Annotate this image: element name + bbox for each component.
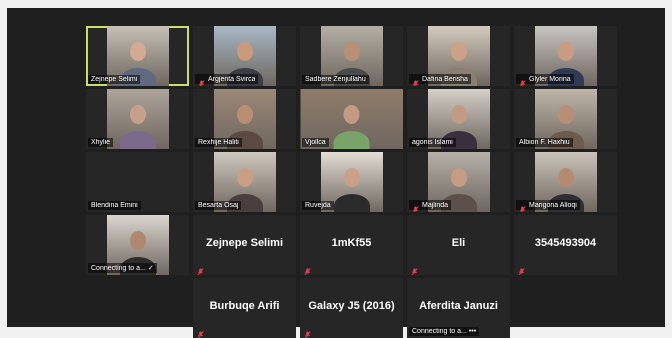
participant-name: Xhylie (91, 139, 111, 146)
participant-head (129, 230, 146, 250)
muted-mic-icon (518, 263, 525, 275)
meeting-window: Zejnepe Selimi Argjenta Svirca Sadbere Zen… (7, 8, 665, 338)
participant-head (236, 167, 253, 187)
participant-body (333, 194, 370, 212)
muted-mic-icon (412, 201, 419, 212)
participant-head (236, 104, 253, 124)
participant-name-label: Majlinda (409, 200, 452, 212)
participant-name-label: Sadbere Zenjullahu (302, 75, 369, 84)
participant-tile[interactable]: Connecting to a... ✓ (86, 215, 189, 275)
participant-name: agonis Islami (412, 139, 453, 146)
participant-name-label: Albion F. Haxhiu (516, 138, 573, 147)
participant-name: Ruvejda (305, 202, 331, 209)
participant-tile[interactable]: agonis Islami (407, 89, 510, 149)
muted-mic-icon (519, 201, 526, 212)
participant-name: Blendina Emini (91, 202, 138, 209)
participant-tile[interactable]: Sadbere Zenjullahu (300, 26, 403, 86)
participant-tile[interactable]: Ruvejda (300, 152, 403, 212)
participant-name: Besarta Osaj (198, 202, 239, 209)
participant-tile[interactable]: Argjenta Svirca (193, 26, 296, 86)
participant-name: Majlinda (422, 201, 449, 209)
participant-tile[interactable]: Rexhije Haliti (193, 89, 296, 149)
participant-tile[interactable]: Zejnepe Selimi (86, 26, 189, 86)
participant-name-label: Xhylie (88, 138, 114, 147)
participant-head (129, 41, 146, 61)
muted-mic-icon (304, 263, 311, 275)
muted-mic-icon (519, 75, 526, 86)
participant-head (557, 41, 574, 61)
participant-name-label: Rexhije Haliti (195, 138, 242, 147)
participant-display-name: Aferdita Januzi (419, 300, 498, 312)
participant-head (557, 167, 574, 187)
muted-mic-icon (198, 75, 205, 86)
participant-name: Marigona Alloqi (529, 201, 577, 209)
participant-name-label: Vjollca (302, 138, 329, 147)
participant-tile (86, 278, 189, 338)
participant-tile[interactable]: Dafina Berisha (407, 26, 510, 86)
participant-tile[interactable]: Xhylie (86, 89, 189, 149)
participant-tile[interactable]: Majlinda (407, 152, 510, 212)
participant-display-name: 3545493904 (534, 237, 597, 249)
muted-mic-icon (411, 263, 418, 275)
participant-head (557, 104, 574, 124)
participant-name-label: Connecting to a... ••• (409, 327, 480, 336)
participant-grid: Zejnepe Selimi Argjenta Svirca Sadbere Zen… (86, 26, 617, 338)
participant-name-label: Glyler Morina (516, 74, 574, 86)
participant-name-label: Connecting to a... ✓ (88, 263, 157, 273)
participant-tile[interactable]: Besarta Osaj (193, 152, 296, 212)
participant-tile[interactable]: Galaxy J5 (2016) (300, 278, 403, 338)
participant-head (343, 167, 360, 187)
participant-name-label: agonis Islami (409, 138, 456, 147)
participant-name-label: Dafina Berisha (409, 74, 471, 86)
participant-name: Glyler Morina (529, 75, 571, 83)
participant-name: Vjollca (305, 139, 326, 146)
participant-head (343, 41, 360, 61)
participant-tile[interactable]: Glyler Morina (514, 26, 617, 86)
participant-head (129, 104, 146, 124)
participant-name-label: Ruvejda (302, 201, 334, 210)
participant-tile[interactable]: Zejnepe Selimi (193, 215, 296, 275)
participant-name: Argjenta Svirca (208, 75, 256, 83)
participant-tile[interactable]: Eli (407, 215, 510, 275)
participant-head (236, 41, 253, 61)
participant-video (106, 89, 169, 149)
participant-tile[interactable]: Aferdita Januzi Connecting to a... ••• (407, 278, 510, 338)
participant-display-name: Burbuqe Arifi (209, 300, 280, 312)
participant-head (450, 167, 467, 187)
participant-body (333, 131, 370, 149)
participant-tile[interactable]: Blendina Emini (86, 152, 189, 212)
participant-name: Albion F. Haxhiu (519, 139, 570, 146)
participant-name: Sadbere Zenjullahu (305, 76, 366, 83)
participant-tile[interactable]: 3545493904 (514, 215, 617, 275)
participant-name: Connecting to a... ••• (412, 328, 477, 335)
participant-name: Dafina Berisha (422, 75, 468, 83)
participant-name-label: Argjenta Svirca (195, 74, 259, 86)
participant-name-label: Marigona Alloqi (516, 200, 580, 212)
participant-tile[interactable]: Vjollca (300, 89, 403, 149)
participant-head (343, 104, 360, 124)
participant-head (450, 104, 467, 124)
participant-name: Zejnepe Selimi (91, 76, 138, 83)
participant-name: Rexhije Haliti (198, 139, 239, 146)
participant-display-name: Eli (451, 237, 466, 249)
muted-mic-icon (412, 75, 419, 86)
participant-tile[interactable]: Albion F. Haxhiu (514, 89, 617, 149)
participant-body (119, 131, 156, 149)
participant-tile[interactable]: Burbuqe Arifi (193, 278, 296, 338)
participant-name-label: Zejnepe Selimi (88, 75, 141, 84)
participant-display-name: 1mKf55 (331, 237, 372, 249)
participant-name-label: Besarta Osaj (195, 201, 242, 210)
participant-name: Connecting to a... ✓ (91, 265, 154, 272)
muted-mic-icon (197, 263, 204, 275)
participant-head (450, 41, 467, 61)
participant-tile[interactable]: 1mKf55 (300, 215, 403, 275)
participant-display-name: Galaxy J5 (2016) (308, 300, 395, 312)
participant-name-label: Blendina Emini (88, 201, 141, 210)
participant-display-name: Zejnepe Selimi (205, 237, 284, 249)
muted-mic-icon (304, 326, 311, 338)
participant-tile[interactable]: Marigona Alloqi (514, 152, 617, 212)
muted-mic-icon (197, 326, 204, 338)
